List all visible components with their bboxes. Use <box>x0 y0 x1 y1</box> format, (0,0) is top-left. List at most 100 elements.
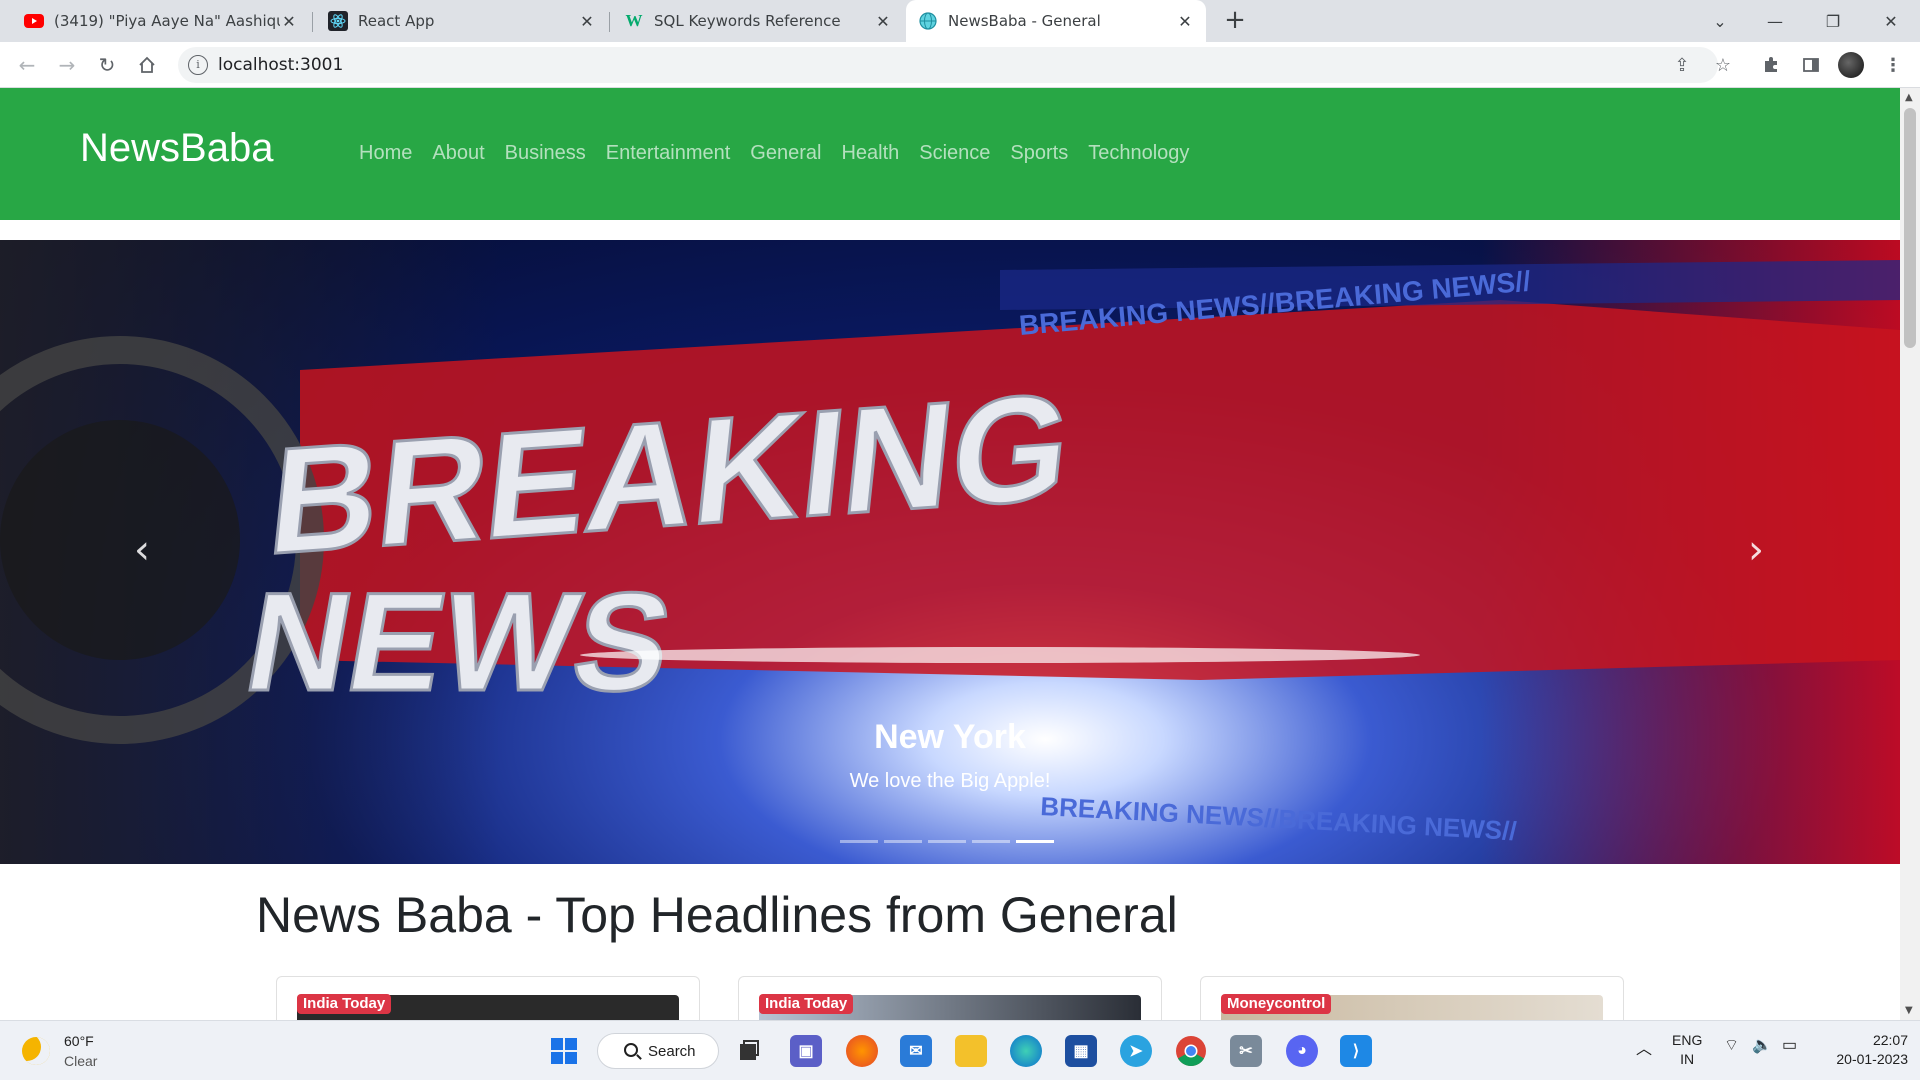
source-badge: Moneycontrol <box>1221 994 1332 1014</box>
scroll-up-icon[interactable]: ▲ <box>1905 92 1913 103</box>
weather-desc: Clear <box>64 1053 98 1069</box>
ticker-text: BREAKING NEWS//BREAKING NEWS// <box>1040 791 1518 846</box>
close-icon[interactable]: ✕ <box>1176 12 1194 31</box>
home-icon[interactable] <box>132 50 162 80</box>
menu-icon[interactable]: ⋮ <box>1880 52 1906 78</box>
language-indicator[interactable]: ENG IN <box>1672 1031 1702 1069</box>
tab-react-app[interactable]: React App ✕ <box>316 0 608 42</box>
tab-search-icon[interactable]: ⌄ <box>1697 0 1743 42</box>
carousel-indicator[interactable] <box>928 840 966 843</box>
carousel-caption-text: We love the Big Apple! <box>849 770 1051 792</box>
browser-tab-strip: (3419) "Piya Aaye Na" Aashiqui 2 ✕ React… <box>0 0 1920 42</box>
snipping-tool-icon[interactable]: ✂ <box>1230 1035 1262 1067</box>
nav-link-sports[interactable]: Sports <box>1010 142 1068 165</box>
news-card[interactable]: Moneycontrol <box>1200 976 1624 1020</box>
nav-link-home[interactable]: Home <box>359 142 412 165</box>
carousel-next-button[interactable]: › <box>1726 520 1786 580</box>
tab-sql-keywords[interactable]: W SQL Keywords Reference ✕ <box>612 0 904 42</box>
close-icon[interactable]: ✕ <box>280 12 298 31</box>
telegram-icon[interactable]: ➤ <box>1120 1035 1152 1067</box>
scroll-down-icon[interactable]: ▼ <box>1905 1005 1913 1016</box>
react-icon <box>328 11 348 31</box>
nav-link-business[interactable]: Business <box>505 142 586 165</box>
extensions-icon[interactable] <box>1758 52 1784 78</box>
page-viewport: NewsBaba Home About Business Entertainme… <box>0 88 1900 1020</box>
carousel-indicator[interactable] <box>884 840 922 843</box>
clock-time: 22:07 <box>1872 1032 1908 1048</box>
nav-link-about[interactable]: About <box>432 142 484 165</box>
tab-title: React App <box>358 12 435 30</box>
banner-text-news: NEWS <box>235 563 683 720</box>
globe-icon <box>918 11 938 31</box>
chrome-icon[interactable] <box>1175 1035 1207 1067</box>
nav-link-technology[interactable]: Technology <box>1088 142 1189 165</box>
carousel-indicator-active[interactable] <box>1016 840 1054 843</box>
scrollbar-thumb[interactable] <box>1904 108 1916 348</box>
language-region: IN <box>1680 1051 1695 1067</box>
taskbar-search[interactable]: Search <box>597 1033 719 1069</box>
restore-button[interactable]: ❐ <box>1810 0 1856 42</box>
news-card[interactable]: India Today <box>276 976 700 1020</box>
news-card[interactable]: India Today <box>738 976 1162 1020</box>
taskbar-search-label: Search <box>648 1042 696 1060</box>
clock-date: 20-01-2023 <box>1836 1051 1908 1067</box>
site-brand[interactable]: NewsBaba <box>80 126 273 171</box>
site-info-icon[interactable]: i <box>188 55 208 75</box>
source-badge: India Today <box>759 994 854 1014</box>
address-bar[interactable]: i localhost:3001 <box>178 47 1718 83</box>
nav-link-science[interactable]: Science <box>919 142 990 165</box>
firefox-icon[interactable] <box>846 1035 878 1067</box>
edge-icon[interactable] <box>1010 1035 1042 1067</box>
new-tab-button[interactable]: + <box>1220 6 1250 36</box>
youtube-icon <box>24 11 44 31</box>
language-code: ENG <box>1672 1032 1703 1048</box>
carousel-prev-button[interactable]: ‹ <box>112 520 172 580</box>
carousel-caption-title: New York <box>874 718 1026 756</box>
store-icon[interactable]: ▦ <box>1065 1035 1097 1067</box>
nav-link-entertainment[interactable]: Entertainment <box>606 142 731 165</box>
discord-icon[interactable]: ◕ <box>1286 1035 1318 1067</box>
nav-link-health[interactable]: Health <box>841 142 899 165</box>
teams-chat-icon[interactable]: ▣ <box>790 1035 822 1067</box>
close-icon[interactable]: ✕ <box>874 12 892 31</box>
page-title: News Baba - Top Headlines from General <box>256 887 1178 943</box>
weather-temp: 60°F <box>64 1033 94 1049</box>
carousel: BREAKING NEWS//BREAKING NEWS// BREAKING … <box>0 240 1900 864</box>
taskbar: 60°F Clear Search ▣ ✉ ▦ ➤ ✂ ◕ ⟩ ︿ ENG IN… <box>0 1020 1920 1080</box>
nav-links: Home About Business Entertainment Genera… <box>359 142 1209 165</box>
mail-icon[interactable]: ✉ <box>900 1035 932 1067</box>
nav-link-general[interactable]: General <box>750 142 821 165</box>
back-icon[interactable]: ← <box>12 50 42 80</box>
carousel-indicator[interactable] <box>972 840 1010 843</box>
tab-title: (3419) "Piya Aaye Na" Aashiqui 2 <box>54 12 280 30</box>
side-panel-icon[interactable] <box>1798 52 1824 78</box>
clock[interactable]: 22:07 20-01-2023 <box>1824 1031 1908 1069</box>
show-hidden-icons[interactable]: ︿ <box>1636 1035 1652 1059</box>
weather-widget[interactable]: 60°F Clear <box>22 1031 97 1071</box>
minimize-button[interactable]: — <box>1752 0 1798 42</box>
wifi-icon[interactable]: ⌔ <box>1724 1035 1739 1055</box>
profile-avatar[interactable] <box>1838 52 1864 78</box>
tab-title: SQL Keywords Reference <box>654 12 841 30</box>
carousel-indicator[interactable] <box>840 840 878 843</box>
vscode-icon[interactable]: ⟩ <box>1340 1035 1372 1067</box>
page-scrollbar[interactable]: ▲ ▼ <box>1900 88 1920 1020</box>
task-view-icon[interactable] <box>733 1035 765 1067</box>
tab-youtube[interactable]: (3419) "Piya Aaye Na" Aashiqui 2 ✕ <box>12 0 310 42</box>
windows-start-icon[interactable] <box>548 1035 580 1067</box>
tab-title: NewsBaba - General <box>948 12 1101 30</box>
url-text: localhost:3001 <box>218 55 344 75</box>
share-icon[interactable]: ⇪ <box>1669 52 1695 78</box>
volume-icon[interactable]: 🔈 <box>1752 1035 1772 1055</box>
close-icon[interactable]: ✕ <box>578 12 596 31</box>
window-close-button[interactable]: ✕ <box>1868 0 1914 42</box>
bookmark-star-icon[interactable]: ☆ <box>1710 52 1736 78</box>
reload-icon[interactable]: ↻ <box>92 50 122 80</box>
battery-icon[interactable]: ▭ <box>1782 1035 1797 1055</box>
moon-icon <box>22 1037 50 1065</box>
tab-newsbaba-general[interactable]: NewsBaba - General ✕ <box>906 0 1206 42</box>
site-navbar: NewsBaba Home About Business Entertainme… <box>0 88 1900 220</box>
file-explorer-icon[interactable] <box>955 1035 987 1067</box>
w3schools-icon: W <box>625 11 643 30</box>
forward-icon[interactable]: → <box>52 50 82 80</box>
